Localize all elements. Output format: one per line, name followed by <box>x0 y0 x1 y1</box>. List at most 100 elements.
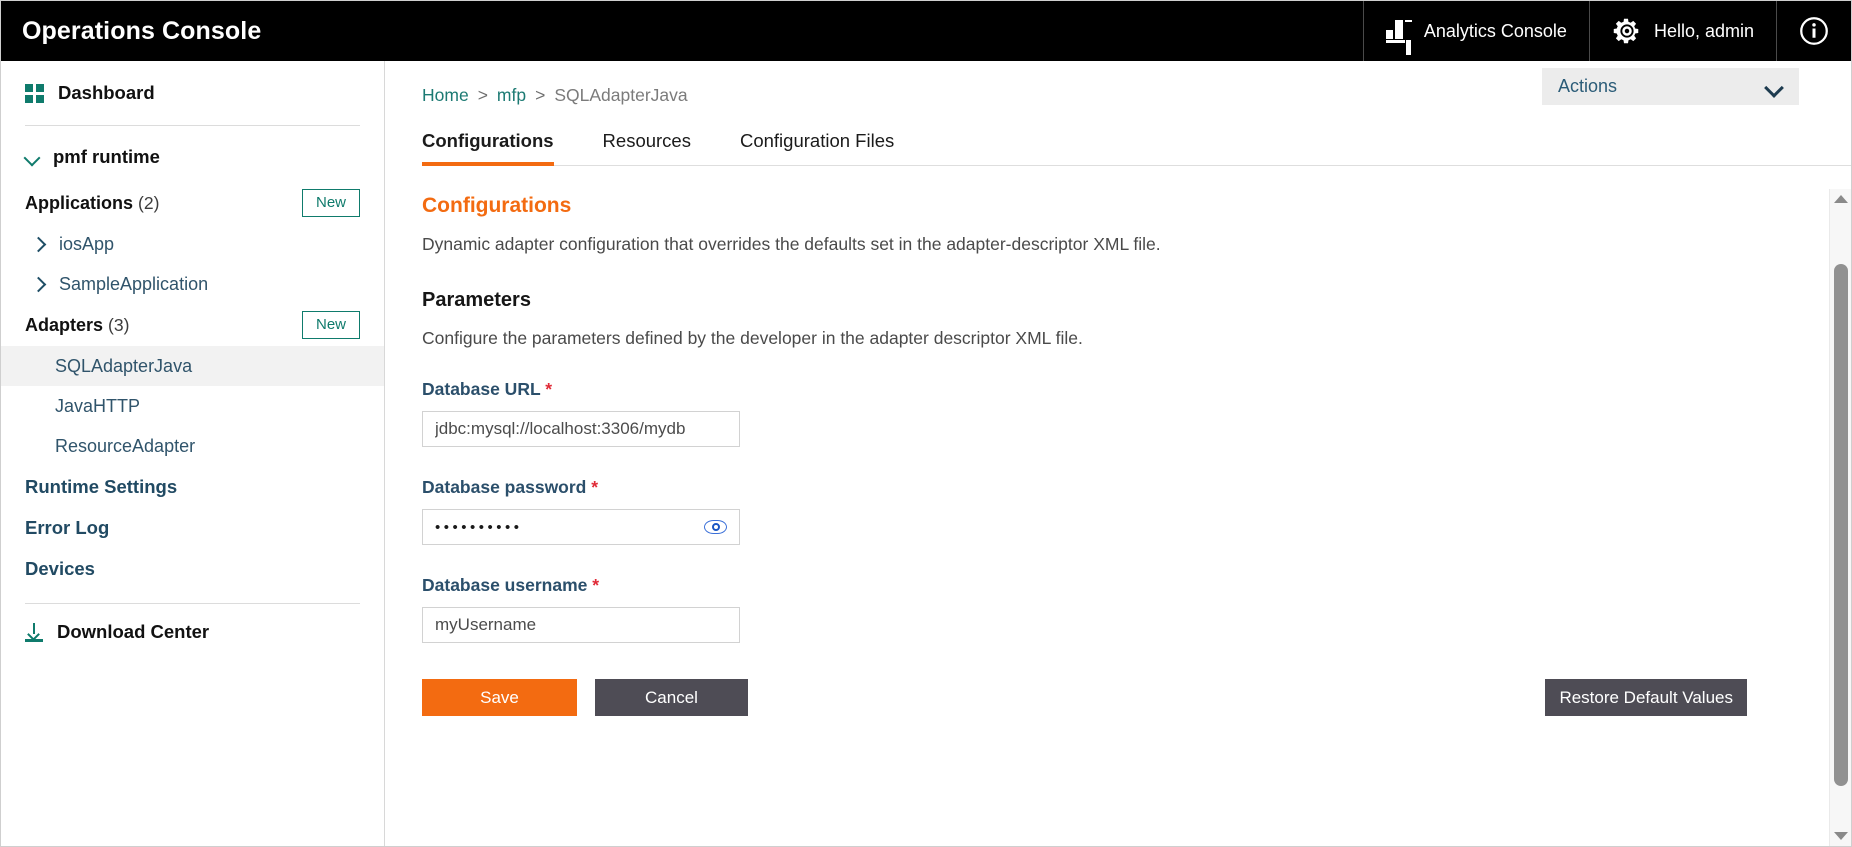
eye-icon[interactable] <box>704 520 727 534</box>
configurations-panel: Configurations Dynamic adapter configura… <box>422 166 1851 716</box>
sidebar-item-iosapp[interactable]: iosApp <box>1 224 384 264</box>
database-username-label-text: Database username <box>422 575 587 595</box>
tab-resources[interactable]: Resources <box>603 130 711 165</box>
chevron-right-icon <box>31 277 46 292</box>
sidebar-devices-label: Devices <box>25 558 95 580</box>
sidebar-sqladapterjava-label: SQLAdapterJava <box>55 356 192 377</box>
sidebar-error-log-label: Error Log <box>25 517 109 539</box>
database-password-input[interactable]: •••••••••• <box>435 519 704 536</box>
scroll-down-button[interactable] <box>1830 826 1852 846</box>
sidebar-divider <box>25 125 360 126</box>
field-database-password: Database password * •••••••••• <box>422 477 1799 545</box>
app-title: Operations Console <box>1 17 261 46</box>
user-menu-button[interactable]: Hello, admin <box>1590 1 1776 61</box>
sidebar-download-center-label: Download Center <box>57 621 209 643</box>
sidebar-group-adapters[interactable]: Adapters (3) New <box>1 304 384 346</box>
applications-group-count: (2) <box>138 193 159 214</box>
sidebar-item-devices[interactable]: Devices <box>1 548 384 589</box>
actions-dropdown[interactable]: Actions <box>1542 68 1799 105</box>
info-button[interactable] <box>1777 1 1851 61</box>
tab-bar: Configurations Resources Configuration F… <box>422 130 1851 166</box>
main-content: Home > mfp > SQLAdapterJava Actions Conf… <box>385 61 1851 846</box>
sidebar-item-pmf-runtime[interactable]: pmf runtime <box>1 132 384 182</box>
tab-configuration-files[interactable]: Configuration Files <box>740 130 914 165</box>
body-container: Dashboard pmf runtime Applications (2) N… <box>1 61 1851 846</box>
database-username-input[interactable] <box>435 608 727 642</box>
triangle-up-icon <box>1834 195 1848 203</box>
database-username-label: Database username * <box>422 575 1799 596</box>
sidebar-item-download-center[interactable]: Download Center <box>1 609 384 655</box>
database-url-input[interactable] <box>435 412 727 446</box>
breadcrumb: Home > mfp > SQLAdapterJava <box>422 85 688 106</box>
breadcrumb-mfp-link[interactable]: mfp <box>497 85 526 106</box>
field-database-url: Database URL * <box>422 379 1799 447</box>
database-url-label-text: Database URL <box>422 379 540 399</box>
parameters-description: Configure the parameters defined by the … <box>422 328 1799 349</box>
sidebar-runtime-label: pmf runtime <box>53 146 160 168</box>
triangle-down-icon <box>1834 832 1848 840</box>
scroll-up-button[interactable] <box>1830 189 1852 209</box>
cancel-button[interactable]: Cancel <box>595 679 748 716</box>
sidebar-resourceadapter-label: ResourceAdapter <box>55 436 195 457</box>
sidebar-item-runtime-settings[interactable]: Runtime Settings <box>1 466 384 507</box>
database-password-label: Database password * <box>422 477 1799 498</box>
download-icon <box>25 623 43 642</box>
scrollbar-thumb[interactable] <box>1834 264 1848 786</box>
grid-icon <box>25 84 44 103</box>
tab-configurations[interactable]: Configurations <box>422 130 574 165</box>
required-asterisk: * <box>545 379 552 399</box>
field-database-username: Database username * <box>422 575 1799 643</box>
sidebar-dashboard-label: Dashboard <box>58 82 155 104</box>
tab-configuration-files-label: Configuration Files <box>740 130 894 151</box>
save-button[interactable]: Save <box>422 679 577 716</box>
database-password-input-wrap[interactable]: •••••••••• <box>422 509 740 545</box>
chevron-down-icon <box>1765 81 1783 93</box>
sidebar-item-error-log[interactable]: Error Log <box>1 507 384 548</box>
top-header-bar: Operations Console Analytics Console Hel… <box>1 1 1851 61</box>
database-url-label: Database URL * <box>422 379 1799 400</box>
tab-configurations-label: Configurations <box>422 130 554 151</box>
adapters-group-count: (3) <box>108 315 129 336</box>
sidebar-runtime-settings-label: Runtime Settings <box>25 476 177 498</box>
required-asterisk: * <box>591 477 598 497</box>
sidebar-iosapp-label: iosApp <box>59 234 114 255</box>
database-password-label-text: Database password <box>422 477 586 497</box>
breadcrumb-separator: > <box>478 85 488 106</box>
new-application-button[interactable]: New <box>302 189 360 218</box>
analytics-console-button[interactable]: Analytics Console <box>1364 1 1589 61</box>
operations-console-window: Operations Console Analytics Console Hel… <box>0 0 1852 847</box>
bar-chart-icon <box>1386 19 1412 43</box>
sidebar-javahttp-label: JavaHTTP <box>55 396 140 417</box>
info-icon <box>1799 16 1829 46</box>
section-title: Configurations <box>422 194 1799 218</box>
breadcrumb-separator: > <box>535 85 545 106</box>
applications-group-label: Applications <box>25 193 133 214</box>
analytics-console-label: Analytics Console <box>1424 21 1567 42</box>
sidebar-group-applications[interactable]: Applications (2) New <box>1 182 384 224</box>
user-greeting-label: Hello, admin <box>1654 21 1754 42</box>
tab-resources-label: Resources <box>603 130 691 151</box>
form-button-row: Save Cancel Restore Default Values <box>422 679 1799 716</box>
breadcrumb-home-link[interactable]: Home <box>422 85 469 106</box>
gear-icon <box>1612 16 1642 46</box>
required-asterisk: * <box>592 575 599 595</box>
sidebar-divider <box>25 603 360 604</box>
chevron-right-icon <box>31 237 46 252</box>
restore-default-values-button[interactable]: Restore Default Values <box>1545 679 1747 716</box>
vertical-scrollbar[interactable] <box>1829 189 1851 846</box>
sidebar-item-sampleapplication[interactable]: SampleApplication <box>1 264 384 304</box>
database-username-input-wrap[interactable] <box>422 607 740 643</box>
sidebar-item-dashboard[interactable]: Dashboard <box>1 69 384 117</box>
left-sidebar: Dashboard pmf runtime Applications (2) N… <box>1 61 385 846</box>
sidebar-item-resourceadapter[interactable]: ResourceAdapter <box>1 426 384 466</box>
new-adapter-button[interactable]: New <box>302 311 360 340</box>
parameters-title: Parameters <box>422 289 1799 312</box>
chevron-down-icon <box>25 150 40 165</box>
breadcrumb-row: Home > mfp > SQLAdapterJava Actions <box>422 61 1851 106</box>
sidebar-item-sqladapterjava[interactable]: SQLAdapterJava <box>1 346 384 386</box>
section-description: Dynamic adapter configuration that overr… <box>422 234 1799 255</box>
database-url-input-wrap[interactable] <box>422 411 740 447</box>
sidebar-item-javahttp[interactable]: JavaHTTP <box>1 386 384 426</box>
sidebar-sampleapplication-label: SampleApplication <box>59 274 208 295</box>
actions-dropdown-label: Actions <box>1558 76 1617 97</box>
